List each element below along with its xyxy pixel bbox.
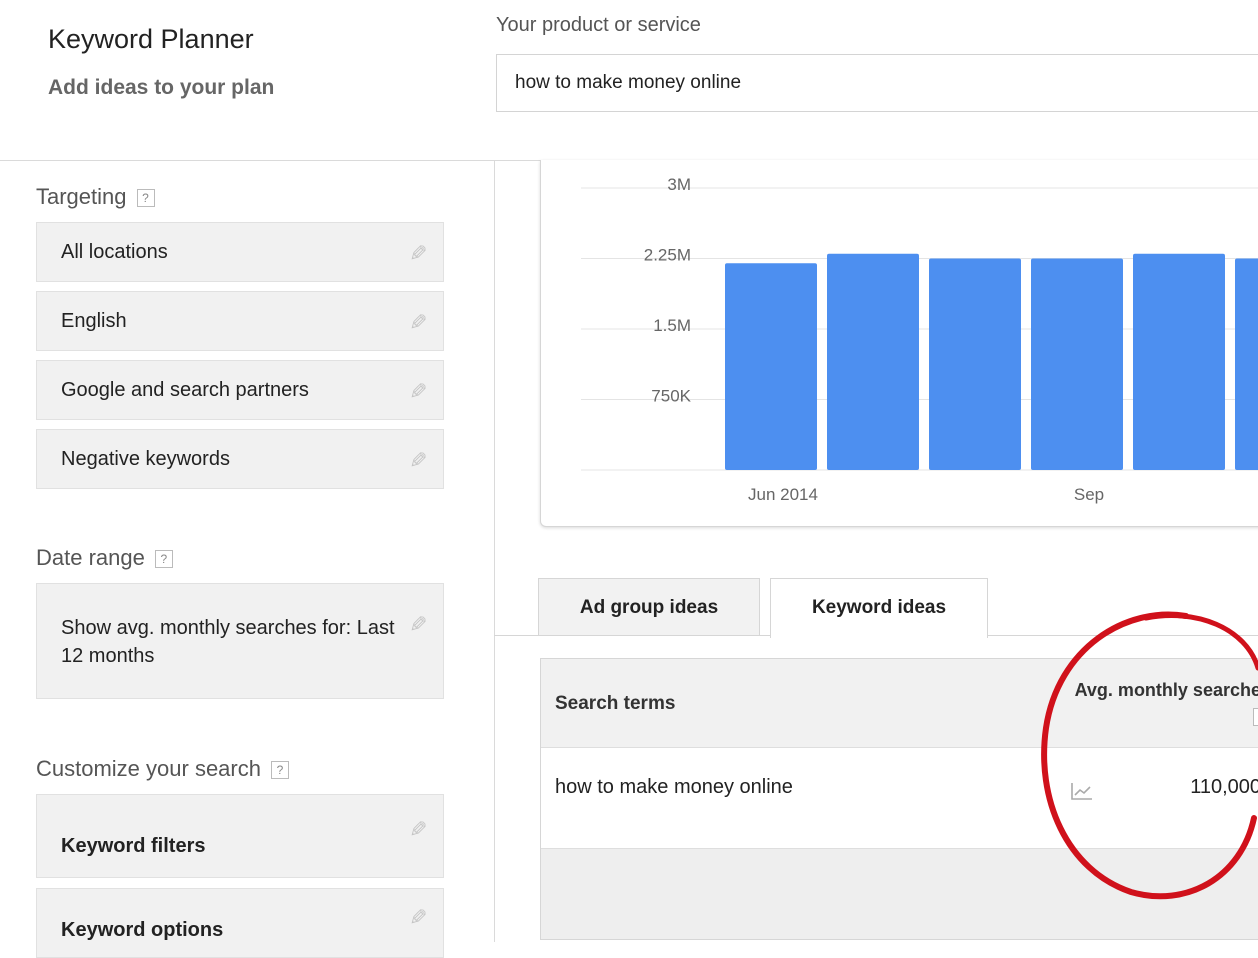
setting-label: Keyword filters: [61, 835, 206, 857]
date-range-heading: Date range?: [36, 545, 173, 571]
pencil-icon[interactable]: ✎: [409, 612, 427, 638]
chart-bar[interactable]: [725, 263, 817, 470]
setting-keyword-options[interactable]: Keyword options ✎: [36, 888, 444, 958]
table-row[interactable]: how to make money online 110,000: [541, 748, 1258, 849]
date-range-text: Show avg. monthly searches for: Last 12 …: [61, 617, 395, 667]
tab-keyword-ideas[interactable]: Keyword ideas: [770, 578, 988, 638]
sidebar-divider: [494, 160, 495, 942]
page-subtitle: Add ideas to your plan: [48, 76, 275, 99]
avg-monthly-label: Avg. monthly searches: [1074, 680, 1258, 700]
setting-keyword-filters[interactable]: Keyword filters ✎: [36, 794, 444, 878]
column-header-avg-monthly[interactable]: Avg. monthly searches?: [1061, 677, 1258, 729]
chart-bar[interactable]: [1031, 258, 1123, 471]
avg-monthly-value-cell: 110,000: [1190, 776, 1258, 798]
pencil-icon[interactable]: ✎: [409, 379, 427, 405]
setting-label: Keyword options: [61, 919, 224, 941]
targeting-heading: Targeting?: [36, 184, 155, 210]
search-volume-chart: 3M 2.25M 1.5M 750K Jun 2014 Sep: [540, 160, 1258, 527]
table-header: Search terms Avg. monthly searches?: [541, 659, 1258, 748]
y-tick-label: 750K: [651, 387, 691, 406]
keyword-table: Search terms Avg. monthly searches? how …: [540, 658, 1258, 940]
setting-label: All locations: [61, 241, 168, 263]
chart-svg: 3M 2.25M 1.5M 750K Jun 2014 Sep: [581, 175, 1258, 504]
targeting-help-icon[interactable]: ?: [136, 189, 155, 208]
targeting-title: Targeting: [36, 184, 127, 209]
pencil-icon[interactable]: ✎: [409, 448, 427, 474]
setting-language[interactable]: English ✎: [36, 291, 444, 351]
pencil-icon[interactable]: ✎: [409, 310, 427, 336]
y-tick-label: 3M: [667, 175, 691, 194]
app-title: Keyword Planner: [48, 24, 254, 54]
x-tick-label: Jun 2014: [748, 485, 818, 504]
setting-locations[interactable]: All locations ✎: [36, 222, 444, 282]
search-term-cell[interactable]: how to make money online: [555, 776, 793, 799]
avg-monthly-help-icon[interactable]: ?: [1253, 708, 1258, 727]
chart-bar[interactable]: [1235, 258, 1258, 471]
setting-negative-keywords[interactable]: Negative keywords ✎: [36, 429, 444, 489]
pencil-icon[interactable]: ✎: [409, 241, 427, 267]
y-tick-label: 1.5M: [653, 316, 691, 335]
customize-title: Customize your search: [36, 756, 261, 781]
chart-bar[interactable]: [929, 258, 1021, 471]
chart-bar[interactable]: [1133, 253, 1225, 470]
y-tick-label: 2.25M: [644, 246, 691, 265]
setting-networks[interactable]: Google and search partners ✎: [36, 360, 444, 420]
setting-label: English: [61, 310, 127, 332]
column-header-search-terms[interactable]: Search terms: [555, 693, 675, 715]
customize-help-icon[interactable]: ?: [270, 761, 289, 780]
pencil-icon[interactable]: ✎: [409, 817, 427, 843]
setting-date-range[interactable]: Show avg. monthly searches for: Last 12 …: [36, 583, 444, 699]
setting-label: Google and search partners: [61, 379, 309, 401]
customize-heading: Customize your search?: [36, 756, 289, 782]
trend-chart-icon[interactable]: [1071, 782, 1093, 800]
pencil-icon[interactable]: ✎: [409, 905, 427, 931]
chart-bar[interactable]: [827, 253, 919, 470]
x-tick-label: Sep: [1074, 485, 1104, 504]
product-label: Your product or service: [496, 14, 701, 36]
setting-label: Negative keywords: [61, 448, 230, 470]
date-range-title: Date range: [36, 545, 145, 570]
tab-ad-group-ideas[interactable]: Ad group ideas: [538, 578, 760, 636]
product-input[interactable]: how to make money online: [496, 54, 1258, 112]
date-range-help-icon[interactable]: ?: [154, 550, 173, 569]
